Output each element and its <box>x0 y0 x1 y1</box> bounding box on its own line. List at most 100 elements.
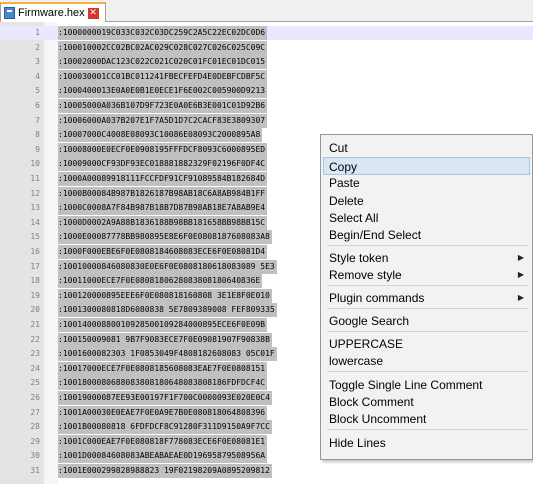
line-text[interactable]: :1000A00089918111FCCFDF91CF91089584B1826… <box>58 172 268 186</box>
chevron-right-icon: ▶ <box>517 293 524 302</box>
editor-line[interactable]: 2 :100010002CC02BC02AC029C028C027C026C025… <box>0 40 533 55</box>
menu-separator <box>327 285 528 286</box>
line-text[interactable]: :10002000DAC123C022C021C020C01FC01EC01DC… <box>58 55 268 70</box>
line-text[interactable]: :1001E000299828988823 19F02198209A089520… <box>58 464 272 478</box>
editor-line[interactable]: 4 :100030001CC01BC011241FBECFEFD4E0DEBFCD… <box>0 69 533 84</box>
menu-item-remove-style[interactable]: Remove style ▶ <box>323 266 530 284</box>
menu-item-label: Style token <box>329 251 389 265</box>
line-text[interactable]: :10019000087EE93E00197F1F700C0000093E020… <box>58 391 272 405</box>
menu-item-begin-end-select[interactable]: Begin/End Select <box>323 226 530 244</box>
editor-line[interactable]: 6 :10005000A036B107D9F723E0A0E6B3E001C01D… <box>0 99 533 113</box>
line-text[interactable]: :1001800080688083808180648083808186FDFDC… <box>58 376 268 391</box>
menu-separator <box>327 245 528 246</box>
editor-line[interactable]: 7 :10006000A037B207E1F7A5D1D7C2CACF83E380… <box>0 113 533 128</box>
line-text[interactable]: :1000E00087778BB980895E8E6F0E08081876080… <box>58 230 272 245</box>
line-number: 14 <box>30 217 40 227</box>
menu-separator <box>327 308 528 309</box>
editor-line[interactable]: 1:1000000019C033C032C03DC259C2A5C22EC02D… <box>0 26 533 40</box>
line-text[interactable]: :10014000880010928500109284000895ECE6F0E… <box>58 318 268 332</box>
menu-item-label: Plugin commands <box>329 291 425 305</box>
line-text[interactable]: :1001D00084608083ABEABAEAE0D196958795089… <box>58 449 268 464</box>
menu-item-uppercase[interactable]: UPPERCASE <box>323 335 530 353</box>
line-number: 3 <box>35 57 40 67</box>
line-number: 22 <box>30 334 40 344</box>
menu-item-paste[interactable]: Paste <box>323 174 530 192</box>
line-number: 30 <box>30 451 40 461</box>
menu-item-toggle-single-line-comment[interactable]: Toggle Single Line Comment <box>323 376 530 394</box>
menu-item-label: UPPERCASE <box>329 337 404 351</box>
chevron-right-icon: ▶ <box>517 253 524 262</box>
menu-item-cut[interactable]: Cut <box>323 139 530 157</box>
line-number: 4 <box>35 71 40 81</box>
editor-line[interactable]: 31 :1001E000299828988823 19F02198209A0895… <box>0 464 533 478</box>
line-number: 25 <box>30 378 40 388</box>
line-text[interactable]: :100120000895EEE6F0E080818160808 3E1E8F0… <box>58 288 272 303</box>
editor-line[interactable]: 5 :1000400013E0A0E0B1E0ECE1F6E002C005900D… <box>0 84 533 99</box>
menu-item-select-all[interactable]: Select All <box>323 209 530 227</box>
line-number: 6 <box>35 101 40 110</box>
menu-item-block-uncomment[interactable]: Block Uncomment <box>323 410 530 428</box>
line-number: 15 <box>30 232 40 242</box>
tab-firmware-hex[interactable]: Firmware.hex ✕ <box>0 2 106 22</box>
line-text[interactable]: :10010000846080830E0E6F0E080818061808308… <box>58 259 277 274</box>
line-text[interactable]: :1001B00080818 6FDFDCF8C91280F311D9150A9… <box>58 420 272 435</box>
line-text[interactable]: :10011000ECE7F0E080818062808380818064083… <box>58 274 263 289</box>
line-number: 9 <box>35 144 40 154</box>
menu-item-label: Select All <box>329 211 379 225</box>
line-number: 16 <box>30 247 40 256</box>
line-text[interactable]: :1000000019C033C032C03DC259C2A5C22EC02DC… <box>58 26 268 40</box>
line-text[interactable]: :100030001CC01BC011241FBECFEFD4E0DEBFCDB… <box>58 69 268 84</box>
line-number: 12 <box>30 188 40 198</box>
line-text[interactable]: :1000C0008A7F84B987B18B7D87B98AB18E7A8AB… <box>58 201 268 216</box>
editor-line[interactable]: 3 :10002000DAC123C022C021C020C01FC01EC01D… <box>0 55 533 70</box>
line-text[interactable]: :100010002CC02BC02AC029C028C027C026C025C… <box>58 40 268 55</box>
line-number: 31 <box>30 466 40 475</box>
menu-item-label: Paste <box>329 176 360 190</box>
menu-item-lowercase[interactable]: lowercase <box>323 352 530 370</box>
menu-item-block-comment[interactable]: Block Comment <box>323 393 530 411</box>
menu-item-style-token[interactable]: Style token ▶ <box>323 249 530 267</box>
line-number: 8 <box>35 130 40 140</box>
line-number: 19 <box>30 290 40 300</box>
line-text[interactable]: :10006000A037B207E1F7A5D1D7C2CACF83E3809… <box>58 113 268 128</box>
menu-item-google-search[interactable]: Google Search <box>323 312 530 330</box>
line-number: 5 <box>35 86 40 96</box>
line-text[interactable]: :1000D0002A9A88B1836188B98BB181658BB98BB… <box>58 215 268 230</box>
menu-item-label: Block Uncomment <box>329 412 427 426</box>
menu-item-label: Begin/End Select <box>329 228 422 242</box>
line-text[interactable]: :10017000ECE7F0E0808185608083EAE7F0E0808… <box>58 361 268 376</box>
line-text[interactable]: :1001C000EAE7F0E080818F778083ECE6F0E0808… <box>58 434 268 449</box>
line-text[interactable]: :100150009081 9B7F9083ECE7F0E09081907F90… <box>58 332 272 347</box>
close-icon[interactable]: ✕ <box>87 7 99 19</box>
menu-item-label: Toggle Single Line Comment <box>329 378 483 392</box>
line-text[interactable]: :1000B00084B987B1826187B98AB18C6A8AB984B… <box>58 186 268 201</box>
menu-item-hide-lines[interactable]: Hide Lines <box>323 434 530 452</box>
line-text[interactable]: :10007000C4008E08093C10086E08093C2000895… <box>58 128 263 143</box>
line-number: 10 <box>30 159 40 169</box>
line-text[interactable]: :10005000A036B107D9F723E0A0E6B3E001C01D9… <box>58 99 268 113</box>
line-text[interactable]: :10009000CF93DF93EC018881882329F02196F0D… <box>58 157 268 172</box>
line-text[interactable]: :1000F000EBE6F0E0808184608083ECE6F0E0808… <box>58 245 268 259</box>
context-menu: Cut Copy Paste Delete Select All Begin/End Se… <box>320 134 533 460</box>
line-number: 11 <box>30 174 40 183</box>
line-number: 23 <box>30 349 40 359</box>
menu-item-delete[interactable]: Delete <box>323 192 530 210</box>
line-number: 21 <box>30 320 40 329</box>
line-number: 29 <box>30 436 40 446</box>
line-number: 7 <box>35 115 40 125</box>
menu-item-plugin-commands[interactable]: Plugin commands ▶ <box>323 289 530 307</box>
line-text[interactable]: :10008000E0ECF0E0908195FFFDCF8093C600089… <box>58 142 268 157</box>
line-text[interactable]: :1001300080818D6080838 5E7809389008 FEF8… <box>58 303 277 318</box>
menu-item-copy[interactable]: Copy <box>323 157 530 175</box>
menu-item-label: Delete <box>329 194 364 208</box>
line-number: 24 <box>30 363 40 373</box>
line-text[interactable]: :1001600082303 1F0853049F4808182608083 0… <box>58 347 277 362</box>
menu-item-label: lowercase <box>329 354 384 368</box>
menu-separator <box>327 331 528 332</box>
line-number: 2 <box>35 42 40 52</box>
line-text[interactable]: :1000400013E0A0E0B1E0ECE1F6E002C005900D9… <box>58 84 268 99</box>
line-number: 26 <box>30 393 40 402</box>
line-number: 20 <box>30 305 40 315</box>
line-text[interactable]: :1001A00030E0EAE7F0E0A9E7B0E080818064808… <box>58 405 268 420</box>
menu-item-label: Remove style <box>329 268 402 282</box>
